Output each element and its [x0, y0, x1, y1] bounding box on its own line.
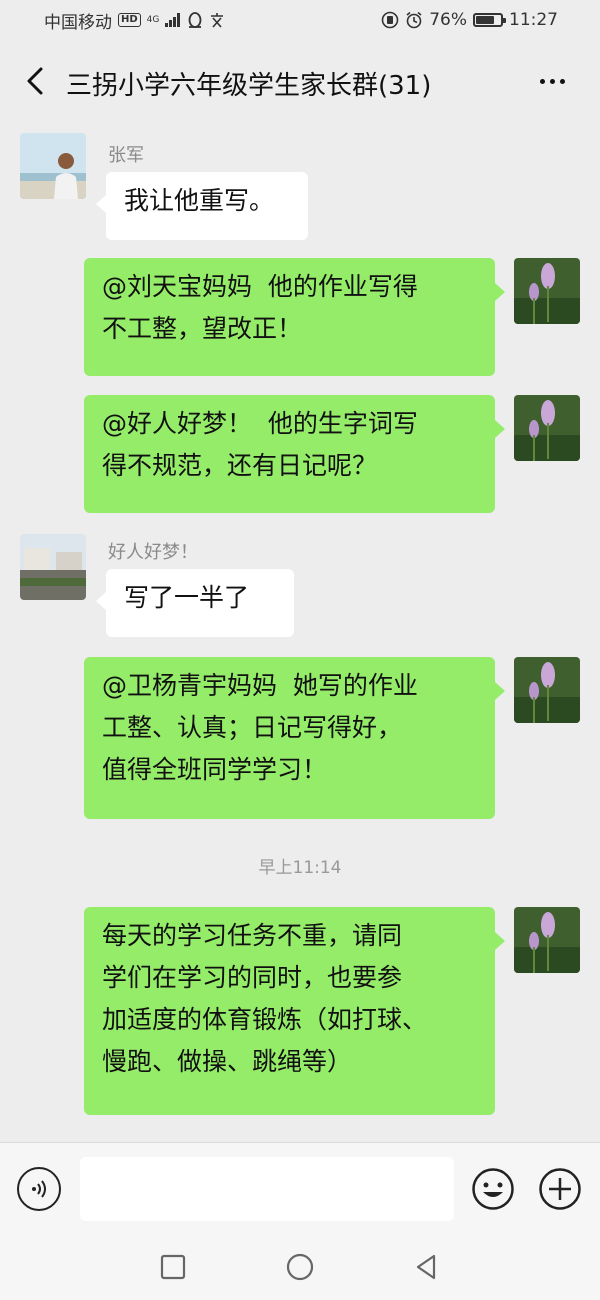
circle-icon: [286, 1253, 314, 1281]
more-dot: [559, 78, 565, 84]
chat-title: 三拐小学六年级学生家长群(31): [66, 71, 432, 101]
plus-icon: [539, 1168, 581, 1210]
back-button[interactable]: [20, 62, 50, 100]
avatar-photo-flowers: [514, 907, 580, 973]
sender-name: 好人好梦！: [108, 542, 198, 563]
emoji-button[interactable]: [471, 1167, 515, 1211]
sender-name: 张军: [108, 145, 144, 166]
battery-percent: 76%: [429, 10, 467, 30]
alarm-icon: [406, 11, 422, 29]
recent-apps-button[interactable]: [158, 1252, 188, 1282]
square-icon: [160, 1254, 186, 1280]
status-right: 76% 11:27: [381, 10, 558, 30]
avatar-zhangjun[interactable]: [20, 133, 86, 199]
battery-level: [476, 16, 495, 24]
battery-icon: [473, 13, 506, 27]
bubble-tail: [495, 682, 505, 700]
bubble-tail: [495, 283, 505, 301]
signal-icon: [165, 13, 181, 27]
message-bubble-incoming[interactable]: 写了一半了: [106, 569, 294, 637]
system-navigation-bar: [0, 1232, 600, 1300]
chevron-left-icon: [27, 67, 43, 95]
triangle-back-icon: [416, 1254, 436, 1280]
message-timestamp: 早上11:14: [258, 858, 342, 878]
chat-header: 三拐小学六年级学生家长群(31): [0, 52, 600, 110]
bubble-tail: [495, 420, 505, 438]
clock: 11:27: [509, 10, 558, 30]
message-input-bar: [0, 1142, 600, 1232]
message-bubble-outgoing[interactable]: 每天的学习任务不重，请同 学们在学习的同时，也要参 加适度的体育锻炼（如打球、 …: [84, 907, 495, 1115]
bubble-tail: [96, 195, 106, 213]
home-button[interactable]: [285, 1252, 315, 1282]
penguin-notification-icon: [188, 11, 202, 28]
avatar-photo-flowers: [514, 395, 580, 461]
more-button[interactable]: [528, 66, 576, 96]
voice-icon: [32, 1180, 46, 1198]
avatar-self[interactable]: [514, 657, 580, 723]
more-functions-button[interactable]: [538, 1167, 582, 1211]
avatar-photo-man: [20, 133, 86, 199]
wen-notification-icon: [211, 13, 224, 28]
message-bubble-outgoing[interactable]: @刘天宝妈妈 他的作业写得 不工整，望改正！: [84, 258, 495, 376]
more-dot: [549, 78, 555, 84]
avatar-photo-flowers: [514, 258, 580, 324]
status-bar: 中国移动 HD 4G 76% 11:27: [0, 0, 600, 40]
avatar-photo-buildings: [20, 534, 86, 600]
emoji-icon: [472, 1168, 514, 1210]
bubble-tail: [495, 932, 505, 950]
bubble-tail: [96, 592, 106, 610]
vibrate-icon: [381, 11, 399, 29]
message-bubble-incoming[interactable]: 我让他重写。: [106, 172, 308, 240]
avatar-self[interactable]: [514, 907, 580, 973]
message-bubble-outgoing[interactable]: @好人好梦！ 他的生字词写 得不规范，还有日记呢？: [84, 395, 495, 513]
back-nav-button[interactable]: [412, 1252, 442, 1282]
message-input[interactable]: [80, 1157, 454, 1221]
carrier-label: 中国移动: [44, 12, 112, 33]
avatar-haorenhaomeng[interactable]: [20, 534, 86, 600]
voice-button[interactable]: [17, 1167, 61, 1211]
avatar-self[interactable]: [514, 395, 580, 461]
hd-badge: HD: [118, 13, 141, 27]
avatar-self[interactable]: [514, 258, 580, 324]
message-bubble-outgoing[interactable]: @卫杨青宇妈妈 她写的作业 工整、认真；日记写得好， 值得全班同学学习！: [84, 657, 495, 819]
more-dot: [539, 78, 545, 84]
avatar-photo-flowers: [514, 657, 580, 723]
status-left: 中国移动 HD 4G: [44, 8, 225, 33]
network-label: 4G: [146, 14, 160, 25]
